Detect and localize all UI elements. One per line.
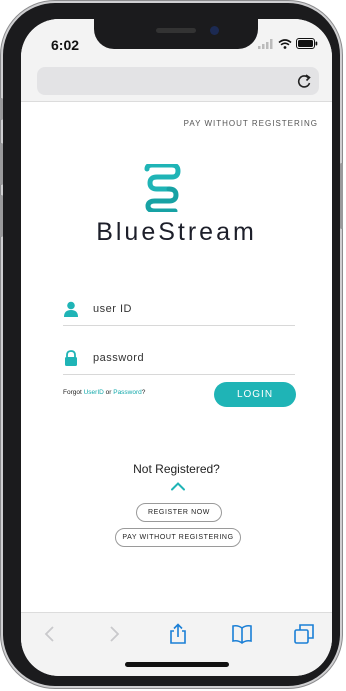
forgot-suffix: ? — [141, 389, 146, 396]
power-button — [340, 163, 343, 229]
mute-switch — [0, 98, 3, 120]
status-time: 6:02 — [51, 37, 80, 53]
login-button[interactable]: LOGIN — [214, 382, 296, 407]
volume-up-button — [0, 143, 3, 185]
browser-address-area — [21, 61, 332, 102]
phone-frame: 6:02 PAY WITHOUT REGISTERING BlueStream … — [0, 3, 343, 686]
not-registered-heading: Not Registered? — [133, 462, 220, 476]
brand-name: BlueStream — [96, 218, 257, 246]
register-now-button[interactable]: REGISTER NOW — [136, 503, 222, 522]
speaker-grille — [156, 28, 196, 33]
user-id-field[interactable]: user ID — [63, 295, 295, 326]
forgot-credentials: Forgot UserID or Password? — [63, 389, 145, 396]
back-icon[interactable] — [39, 623, 61, 645]
chevron-up-icon — [171, 482, 185, 491]
address-bar[interactable] — [37, 67, 319, 95]
status-bar: 6:02 — [21, 19, 332, 61]
share-icon[interactable] — [167, 623, 189, 645]
status-icons — [258, 38, 318, 49]
password-field[interactable]: password — [63, 344, 295, 375]
notch — [94, 19, 258, 49]
reload-icon[interactable] — [295, 72, 313, 90]
camera-icon — [210, 26, 219, 35]
forgot-userid-link[interactable]: UserID — [84, 389, 104, 396]
forgot-password-link[interactable]: Password — [113, 389, 142, 396]
signal-icon — [258, 38, 273, 49]
forgot-prefix: Forgot — [63, 389, 84, 396]
bookmarks-icon[interactable] — [231, 623, 253, 645]
password-placeholder: password — [93, 352, 145, 364]
pay-without-registering-button[interactable]: PAY WITHOUT REGISTERING — [115, 528, 241, 547]
tabs-icon[interactable] — [293, 623, 315, 645]
pay-without-registering-link[interactable]: PAY WITHOUT REGISTERING — [184, 119, 318, 128]
screen: 6:02 PAY WITHOUT REGISTERING BlueStream … — [21, 19, 332, 676]
lock-icon — [65, 350, 77, 366]
volume-down-button — [0, 195, 3, 237]
home-indicator[interactable] — [125, 662, 229, 667]
user-id-placeholder: user ID — [93, 303, 132, 315]
user-icon — [64, 301, 78, 317]
forward-icon[interactable] — [103, 623, 125, 645]
forgot-or: or — [103, 389, 114, 396]
bluestream-logo-icon — [144, 164, 181, 212]
page-content: PAY WITHOUT REGISTERING BlueStream user … — [21, 102, 332, 612]
battery-icon — [296, 38, 318, 49]
wifi-icon — [278, 38, 292, 49]
